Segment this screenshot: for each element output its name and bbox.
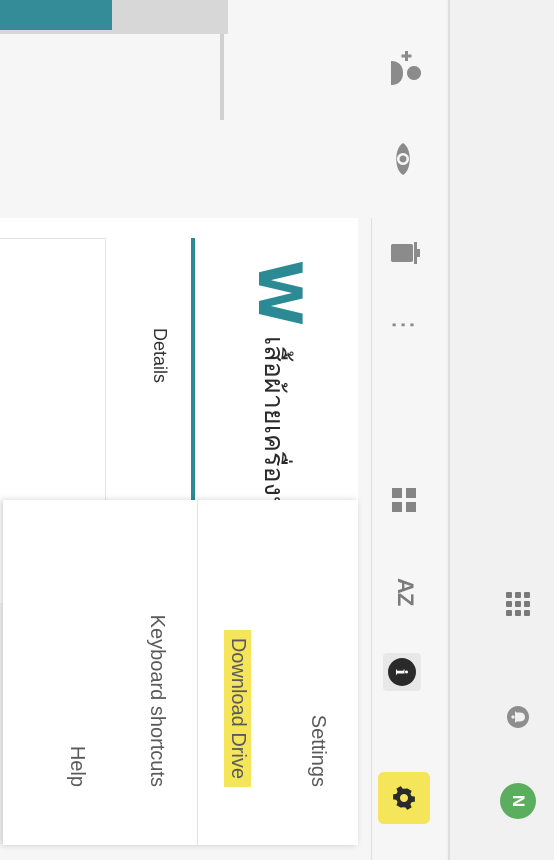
settings-gear-button[interactable]: [378, 772, 430, 824]
apps-grid-icon[interactable]: [506, 592, 530, 616]
selected-row-edge: [0, 0, 112, 30]
eye-icon[interactable]: [392, 142, 414, 176]
menu-item-label: Keyboard shortcuts: [146, 614, 169, 787]
sort-az-icon[interactable]: AZ: [392, 578, 418, 605]
settings-menu: Settings Download Drive Keyboard shortcu…: [3, 500, 358, 845]
grid-view-icon[interactable]: [392, 488, 416, 512]
toolbar-divider: [371, 218, 372, 860]
top-bar-divider: [448, 0, 450, 860]
avatar-letter: N: [509, 794, 528, 808]
bell-icon[interactable]: [506, 705, 530, 729]
avatar[interactable]: N: [500, 783, 536, 819]
info-button[interactable]: i: [383, 653, 421, 691]
menu-item-label: Download Drive: [224, 629, 252, 787]
drive-page-rotated: N ⋮ AZ i W เสื้อผ้ายเครื่องป Details Set…: [0, 0, 554, 860]
more-vertical-icon[interactable]: ⋮: [389, 312, 419, 338]
trash-icon[interactable]: [390, 240, 420, 266]
menu-item-help[interactable]: Help: [37, 500, 117, 845]
menu-item-download-drive[interactable]: Download Drive: [198, 500, 278, 845]
share-person-icon[interactable]: [390, 49, 424, 89]
menu-item-label: Help: [66, 745, 89, 787]
menu-item-label: Settings: [307, 714, 330, 787]
menu-item-settings[interactable]: Settings: [278, 500, 358, 845]
info-icon: i: [388, 658, 416, 686]
menu-separator: [197, 500, 198, 845]
file-title: เสื้อผ้ายเครื่องป: [259, 336, 289, 514]
tab-details[interactable]: Details: [149, 328, 170, 383]
gear-icon: [393, 786, 415, 810]
word-file-icon: W: [244, 260, 314, 327]
top-bar: N: [446, 0, 554, 860]
menu-item-keyboard-shortcuts[interactable]: Keyboard shortcuts: [117, 500, 197, 845]
